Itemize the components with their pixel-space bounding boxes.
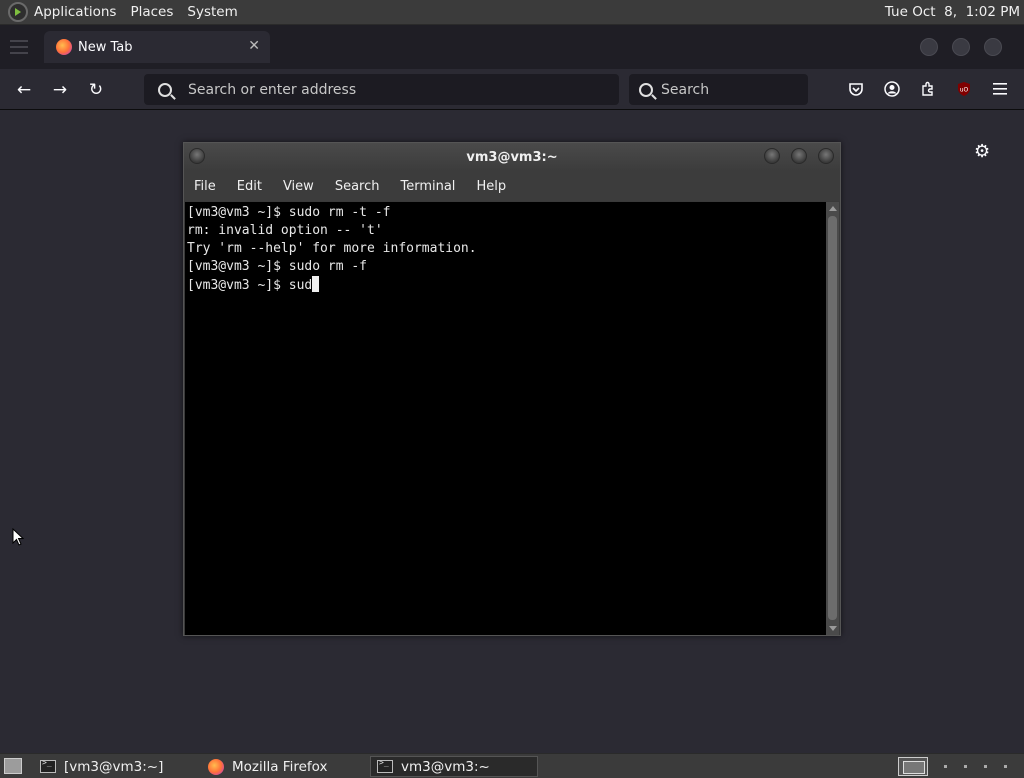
ublock-icon[interactable]: uO (954, 79, 974, 99)
terminal-line: [vm3@vm3 ~]$ sudo rm -t -f (187, 205, 391, 220)
terminal-title: vm3@vm3:~ (466, 149, 558, 165)
url-placeholder: Search or enter address (188, 81, 357, 98)
task-label: [vm3@vm3:~] (64, 758, 164, 775)
reload-button[interactable]: ↻ (84, 78, 108, 102)
distro-logo-icon[interactable] (8, 2, 28, 22)
maximize-button[interactable] (952, 38, 970, 56)
firefox-icon (208, 758, 224, 775)
bottom-taskbar: [vm3@vm3:~] Mozilla Firefox vm3@vm3:~ (0, 753, 1024, 778)
terminal-output[interactable]: [vm3@vm3 ~]$ sudo rm -t -f rm: invalid o… (185, 202, 827, 635)
menu-search[interactable]: Search (335, 179, 380, 194)
show-desktop-icon[interactable] (4, 758, 22, 774)
menu-help[interactable]: Help (476, 179, 506, 194)
close-button[interactable] (984, 38, 1002, 56)
terminal-titlebar[interactable]: vm3@vm3:~ (184, 143, 840, 171)
task-label: vm3@vm3:~ (401, 758, 490, 775)
menu-icon[interactable] (990, 79, 1010, 99)
taskbar-item-firefox[interactable]: Mozilla Firefox (202, 756, 362, 777)
workspace-dot[interactable] (984, 765, 987, 768)
tab-new-tab[interactable]: New Tab ✕ (44, 31, 270, 63)
scroll-up-icon[interactable] (829, 206, 837, 211)
browser-navbar: ← → ↻ Search or enter address Search uO (0, 69, 1024, 110)
taskbar-item-terminal-2[interactable]: vm3@vm3:~ (370, 756, 538, 777)
forward-button[interactable]: → (48, 78, 72, 102)
applications-menu[interactable]: Applications (34, 4, 116, 20)
system-menu[interactable]: System (187, 4, 237, 20)
menu-view[interactable]: View (283, 179, 314, 194)
menu-terminal[interactable]: Terminal (400, 179, 455, 194)
terminal-scrollbar[interactable] (826, 202, 839, 635)
tab-title: New Tab (78, 39, 133, 55)
places-menu[interactable]: Places (130, 4, 173, 20)
search-placeholder: Search (661, 81, 710, 98)
pocket-icon[interactable] (846, 79, 866, 99)
window-menu-button[interactable] (189, 148, 205, 164)
search-bar[interactable]: Search (629, 74, 808, 105)
account-icon[interactable] (882, 79, 902, 99)
maximize-button[interactable] (791, 148, 807, 164)
close-tab-icon[interactable]: ✕ (248, 38, 260, 54)
workspace-dot[interactable] (964, 765, 967, 768)
terminal-line: Try 'rm --help' for more information. (187, 241, 477, 256)
workspace-switcher[interactable] (898, 757, 928, 776)
workspace-dot[interactable] (944, 765, 947, 768)
terminal-icon (40, 758, 56, 773)
terminal-prompt-line: [vm3@vm3 ~]$ sud (187, 276, 825, 295)
firefox-icon (56, 39, 72, 55)
menu-file[interactable]: File (194, 179, 216, 194)
svg-text:uO: uO (960, 87, 969, 94)
url-bar[interactable]: Search or enter address (144, 74, 619, 105)
back-button[interactable]: ← (12, 78, 36, 102)
terminal-current-input: [vm3@vm3 ~]$ sud (187, 278, 313, 293)
workspace-dot[interactable] (1004, 765, 1007, 768)
minimize-button[interactable] (764, 148, 780, 164)
extensions-icon[interactable] (918, 79, 938, 99)
terminal-window[interactable]: vm3@vm3:~ File Edit View Search Terminal… (183, 142, 841, 636)
close-button[interactable] (818, 148, 834, 164)
search-icon (639, 82, 653, 97)
top-panel: Applications Places System Tue Oct 8, 1:… (0, 0, 1024, 25)
clock[interactable]: Tue Oct 8, 1:02 PM (885, 4, 1020, 20)
taskbar-item-terminal-1[interactable]: [vm3@vm3:~] (34, 756, 194, 777)
terminal-line: rm: invalid option -- 't' (187, 223, 383, 238)
task-label: Mozilla Firefox (232, 758, 328, 775)
menu-edit[interactable]: Edit (237, 179, 262, 194)
scroll-down-icon[interactable] (829, 626, 837, 631)
scrollbar-thumb[interactable] (828, 216, 837, 620)
text-cursor (312, 276, 320, 292)
minimize-button[interactable] (920, 38, 938, 56)
terminal-icon (377, 758, 393, 773)
terminal-line: [vm3@vm3 ~]$ sudo rm -f (187, 259, 368, 274)
list-all-tabs-icon[interactable] (10, 40, 28, 54)
mouse-pointer-icon (12, 527, 25, 551)
search-icon (158, 82, 172, 97)
browser-tabbar: New Tab ✕ (0, 25, 1024, 69)
gear-icon[interactable]: ⚙ (974, 143, 992, 161)
terminal-menubar: File Edit View Search Terminal Help (184, 171, 840, 201)
